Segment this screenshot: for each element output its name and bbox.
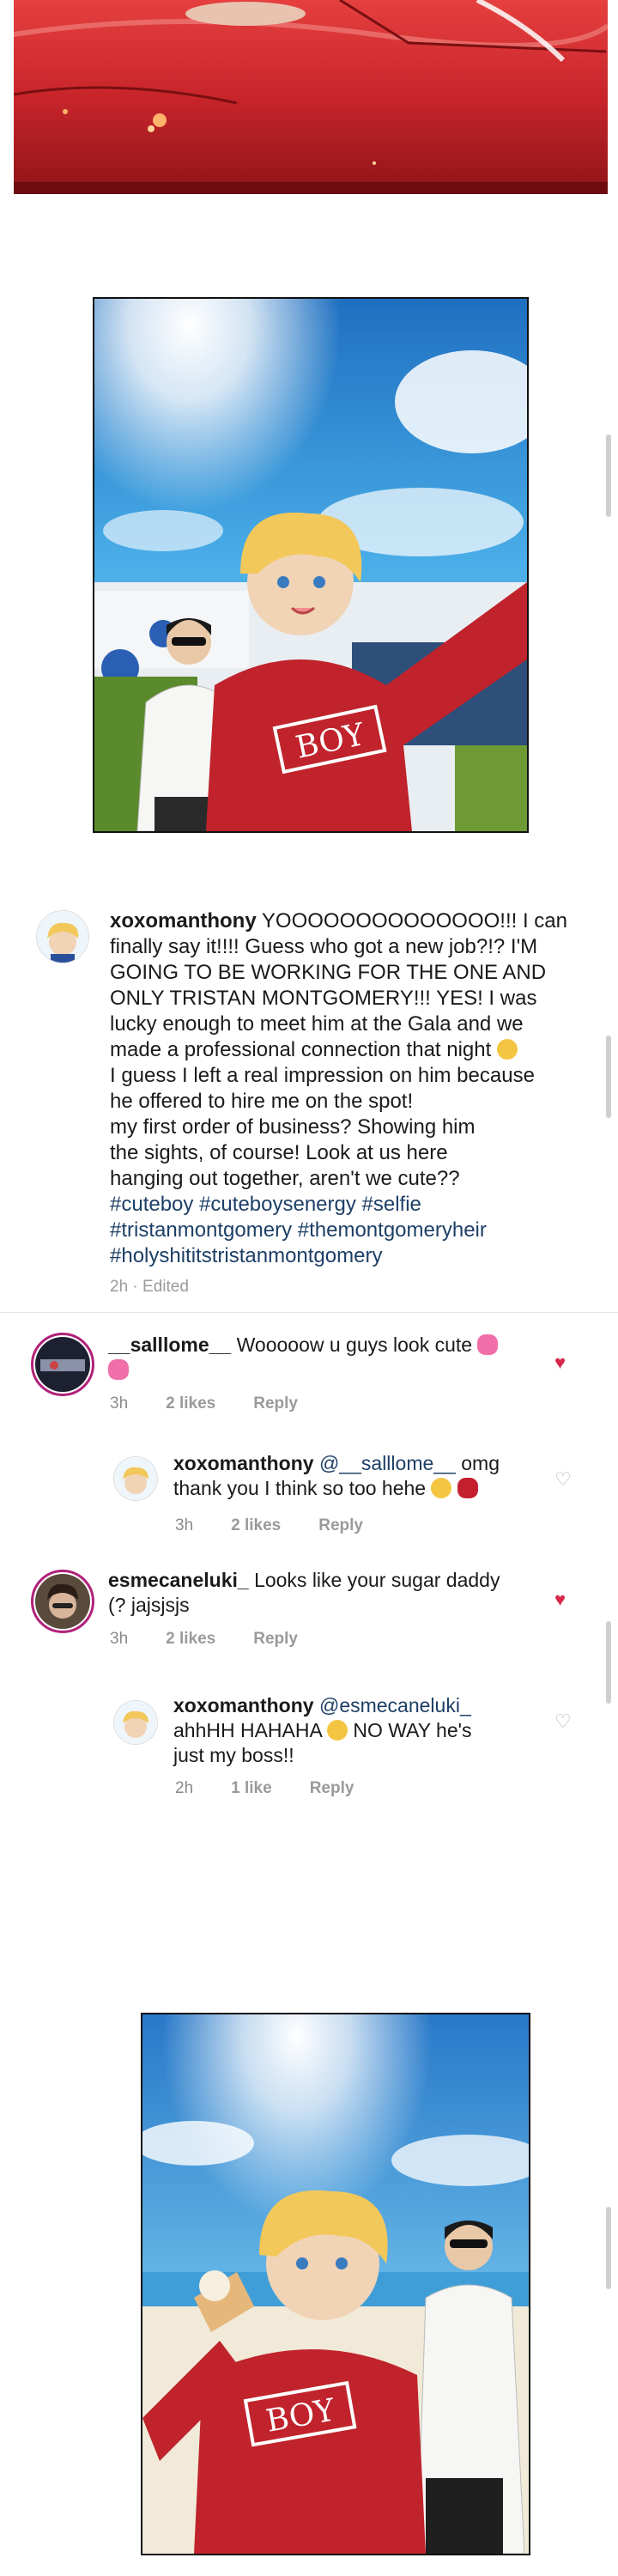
comment-item: xoxomanthony @__salllome__ omg thank you… bbox=[0, 1451, 618, 1546]
scroll-indicator bbox=[606, 434, 611, 517]
scroll-indicator bbox=[606, 1036, 611, 1118]
comment-text: xoxomanthony @__salllome__ omg thank you… bbox=[173, 1452, 500, 1499]
grin-emoji-icon bbox=[496, 1039, 518, 1060]
selfie-panel-2: BOY bbox=[141, 2013, 530, 2555]
selfie-illustration-2: BOY bbox=[142, 2014, 529, 2554]
blush-emoji-icon bbox=[431, 1478, 452, 1498]
heart-icon[interactable]: ♥ bbox=[554, 1353, 566, 1372]
reply-button[interactable]: Reply bbox=[253, 1630, 298, 1648]
sweat-smile-emoji-icon bbox=[326, 1720, 348, 1741]
avatar[interactable] bbox=[31, 1570, 94, 1633]
comment-meta: 3h 2 likes Reply bbox=[175, 1516, 363, 1534]
sparkling-heart-icon bbox=[477, 1334, 499, 1355]
heart-icon[interactable]: ♥ bbox=[554, 1590, 566, 1609]
mention-link[interactable]: @__salllome__ bbox=[319, 1452, 456, 1474]
hashtag-line[interactable]: #tristanmontgomery #themontgomeryheir bbox=[110, 1218, 591, 1243]
avatar[interactable] bbox=[113, 1456, 158, 1501]
comment-username[interactable]: xoxomanthony bbox=[173, 1452, 314, 1474]
selfie-panel-1: BOY bbox=[93, 297, 529, 833]
caption-meta: 2h · Edited bbox=[110, 1278, 189, 1296]
likes-link[interactable]: 1 like bbox=[231, 1779, 272, 1797]
mention-link[interactable]: @esmecaneluki_ bbox=[319, 1694, 471, 1716]
divider bbox=[0, 1312, 618, 1313]
caption-username[interactable]: xoxomanthony bbox=[110, 909, 257, 933]
avatar[interactable] bbox=[36, 910, 89, 963]
comment-username[interactable]: __salllome__ bbox=[108, 1334, 231, 1356]
car-illustration bbox=[14, 0, 608, 194]
comment-text: __salllome__ Wooooow u guys look cute bbox=[108, 1333, 499, 1382]
likes-link[interactable]: 2 likes bbox=[166, 1394, 215, 1413]
reply-button[interactable]: Reply bbox=[253, 1394, 298, 1413]
reply-button[interactable]: Reply bbox=[310, 1779, 354, 1797]
comment-username[interactable]: xoxomanthony bbox=[173, 1694, 314, 1716]
avatar[interactable] bbox=[113, 1700, 158, 1745]
likes-link[interactable]: 2 likes bbox=[231, 1516, 281, 1534]
selfie-illustration-1: BOY bbox=[94, 299, 527, 831]
comment-text: xoxomanthony @esmecaneluki_ ahhHH HAHAHA… bbox=[173, 1694, 472, 1766]
hashtag-line[interactable]: #holyshititstristanmontgomery bbox=[110, 1243, 591, 1269]
red-heart-icon bbox=[457, 1478, 478, 1498]
comment-item: __salllome__ Wooooow u guys look cute 3h… bbox=[0, 1322, 618, 1434]
heart-outline-icon[interactable]: ♡ bbox=[554, 1712, 572, 1731]
sparkling-heart-icon bbox=[108, 1359, 129, 1380]
scroll-indicator bbox=[606, 1621, 611, 1704]
comment-meta: 2h 1 like Reply bbox=[175, 1779, 354, 1797]
hashtag-line[interactable]: #cuteboy #cuteboysenergy #selfie bbox=[110, 1192, 591, 1218]
caption-text: xoxomanthony YOOOOOOOOOOOOOO!!! I can fi… bbox=[110, 908, 591, 1300]
comment-item: esmecaneluki_ Looks like your sugar dadd… bbox=[0, 1568, 618, 1680]
avatar[interactable] bbox=[31, 1333, 94, 1396]
car-panel bbox=[14, 0, 608, 194]
comment-text: esmecaneluki_ Looks like your sugar dadd… bbox=[108, 1569, 500, 1616]
likes-link[interactable]: 2 likes bbox=[166, 1630, 215, 1648]
comment-meta: 3h 2 likes Reply bbox=[110, 1394, 298, 1413]
heart-outline-icon[interactable]: ♡ bbox=[554, 1470, 572, 1489]
comment-username[interactable]: esmecaneluki_ bbox=[108, 1569, 249, 1591]
reply-button[interactable]: Reply bbox=[318, 1516, 363, 1534]
comment-item: xoxomanthony @esmecaneluki_ ahhHH HAHAHA… bbox=[0, 1693, 618, 1805]
scroll-indicator bbox=[606, 2207, 611, 2289]
comment-meta: 3h 2 likes Reply bbox=[110, 1630, 298, 1648]
